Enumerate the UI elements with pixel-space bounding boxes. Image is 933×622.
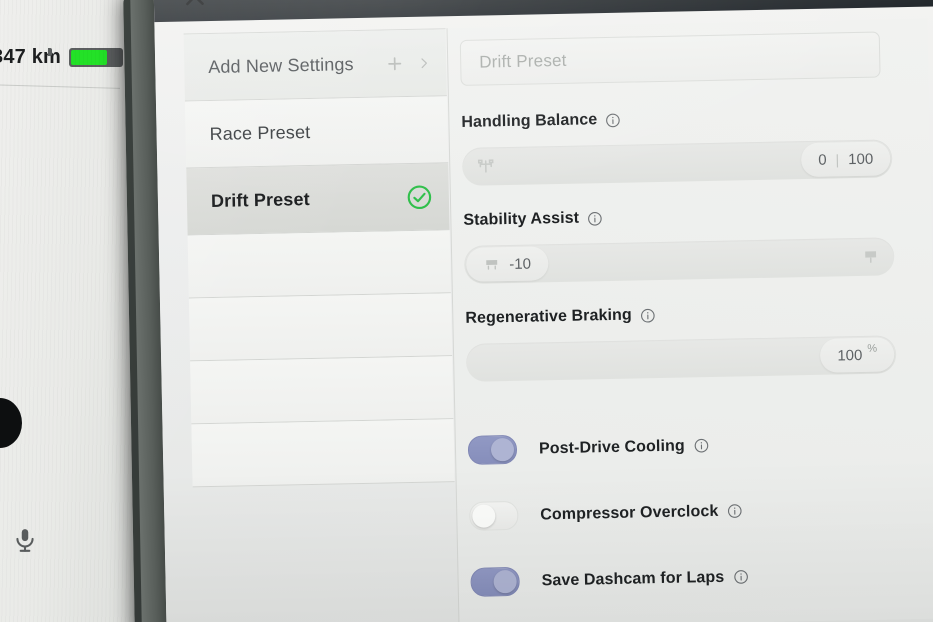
stability-high-icon	[865, 251, 877, 263]
list-item[interactable]	[191, 419, 455, 488]
compressor-overclock-toggle[interactable]	[469, 500, 519, 531]
list-item[interactable]	[188, 293, 453, 362]
regenerative-braking-slider[interactable]: 100 %	[465, 335, 897, 382]
handling-balance-value-pill[interactable]: 0 | 100	[800, 141, 891, 178]
preset-label: Race Preset	[209, 121, 311, 144]
plus-icon[interactable]	[386, 55, 403, 72]
post-drive-cooling-label: Post-Drive Cooling	[538, 437, 685, 457]
handling-balance-rear-value: 100	[848, 150, 874, 168]
handling-balance-front-value: 0	[818, 151, 827, 169]
microphone-icon[interactable]	[12, 525, 38, 555]
post-drive-cooling-label-row: Post-Drive Cooling	[539, 437, 709, 458]
add-new-settings-row[interactable]: Add New Settings	[183, 29, 447, 102]
info-icon[interactable]	[727, 503, 742, 518]
settings-pane: Drift Preset Handling Balance 0 | 100 St…	[446, 18, 933, 622]
handling-balance-section: Handling Balance 0 | 100	[461, 105, 893, 186]
info-icon[interactable]	[605, 112, 620, 127]
stability-assist-value: -10	[509, 255, 532, 273]
regenerative-braking-value-pill[interactable]: 100 %	[820, 337, 895, 373]
preset-label: Drift Preset	[210, 188, 310, 211]
range-readout: 347 km	[0, 42, 142, 72]
chevron-right-icon[interactable]	[417, 54, 430, 71]
post-drive-cooling-row: Post-Drive Cooling	[467, 419, 899, 473]
preset-name-input[interactable]: Drift Preset	[459, 31, 881, 86]
stability-assist-slider[interactable]: -10	[463, 237, 895, 284]
post-drive-cooling-toggle[interactable]	[467, 434, 518, 465]
compass-clock-icon[interactable]	[644, 0, 668, 2]
list-item[interactable]: Drift Preset	[186, 163, 450, 236]
stability-low-icon	[486, 259, 498, 270]
stability-assist-value-pill[interactable]: -10	[465, 246, 549, 282]
battery-icon	[69, 47, 124, 67]
tablet-screen: Bobruysk Бабруйск Лобко Easy Entry	[153, 0, 933, 622]
handling-balance-label: Handling Balance	[461, 111, 598, 131]
compressor-overclock-label-row: Compressor Overclock	[540, 502, 742, 524]
list-item[interactable]: Race Preset	[184, 96, 449, 169]
regenerative-braking-title-row: Regenerative Braking	[465, 301, 895, 328]
regenerative-braking-unit: %	[867, 342, 878, 355]
compressor-overclock-label: Compressor Overclock	[540, 502, 719, 523]
preset-name-value: Drift Preset	[479, 50, 567, 72]
close-icon[interactable]	[182, 0, 209, 10]
stability-assist-label: Stability Assist	[463, 209, 580, 229]
value-separator: |	[835, 151, 840, 168]
check-circle-icon	[407, 185, 432, 209]
range-text: 347 km	[0, 45, 62, 68]
regenerative-braking-section: Regenerative Braking 100 %	[465, 301, 897, 382]
save-dashcam-for-laps-toggle[interactable]	[470, 566, 520, 597]
stability-assist-section: Stability Assist -10	[463, 203, 895, 284]
rotary-knob	[0, 398, 22, 448]
info-icon[interactable]	[694, 438, 709, 453]
preset-list: Add New Settings Race Preset Drift Prese…	[183, 28, 455, 488]
divider	[0, 84, 120, 89]
add-new-settings-label: Add New Settings	[208, 53, 354, 77]
toggle-group: Post-Drive Cooling Compressor Overclock	[467, 419, 902, 622]
brightness-icon[interactable]	[690, 0, 714, 1]
save-dashcam-for-laps-label: Save Dashcam for Laps	[541, 568, 725, 589]
stability-assist-title-row: Stability Assist	[463, 203, 893, 230]
compressor-overclock-row: Compressor Overclock	[469, 485, 900, 539]
save-dashcam-for-laps-row: Save Dashcam for Laps	[470, 551, 901, 605]
regenerative-braking-label: Regenerative Braking	[465, 306, 633, 327]
handling-balance-title-row: Handling Balance	[461, 105, 891, 132]
info-icon[interactable]	[733, 569, 748, 584]
info-icon[interactable]	[587, 211, 602, 226]
chassis-axle-icon	[477, 159, 494, 173]
list-item[interactable]	[187, 230, 451, 299]
list-item[interactable]	[190, 356, 454, 425]
handling-balance-slider[interactable]: 0 | 100	[461, 139, 893, 186]
save-dashcam-for-laps-label-row: Save Dashcam for Laps	[541, 568, 748, 590]
regenerative-braking-value: 100	[837, 346, 863, 364]
info-icon[interactable]	[640, 308, 655, 323]
track-mode-settings-dialog: Track Mode Settings Add New Settings Rac…	[154, 0, 933, 622]
photo-scene: 347 km Bobruysk Бабруйск Лобко Easy Entr…	[0, 0, 933, 622]
